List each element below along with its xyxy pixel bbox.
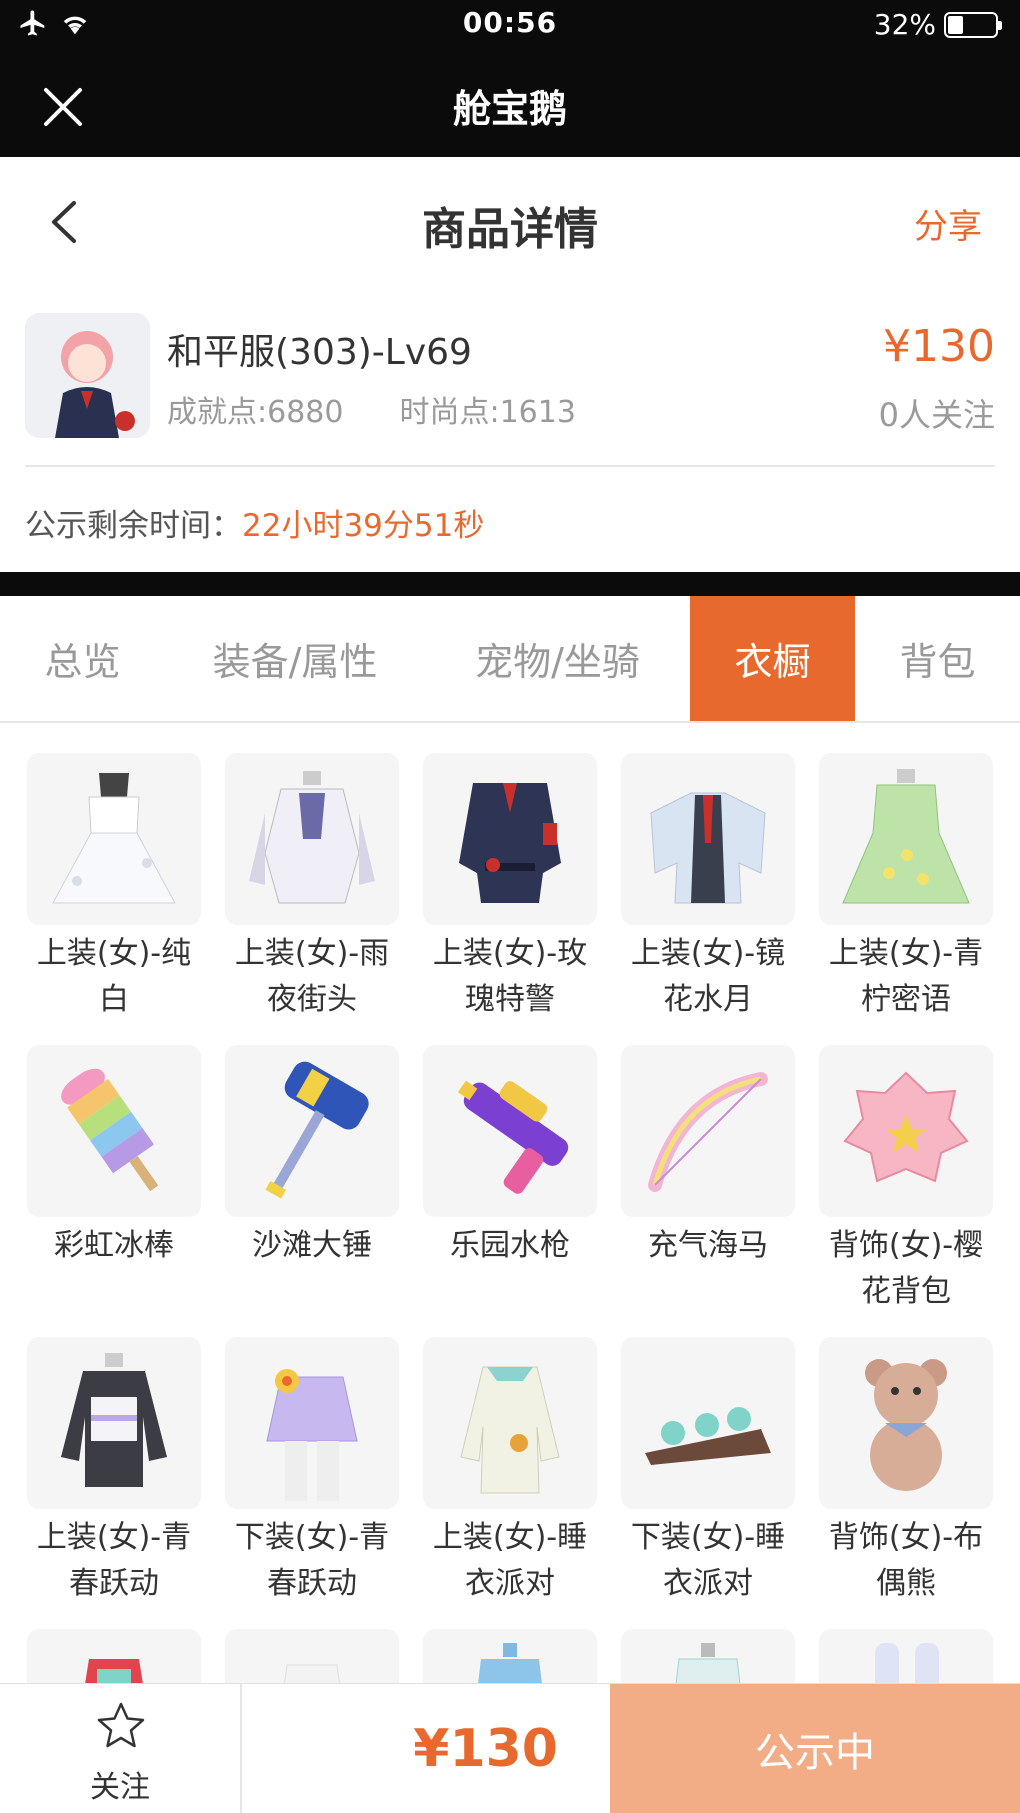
product-name: 和平服(303)-Lv69 <box>167 332 472 373</box>
water-gun-icon <box>423 1045 597 1217</box>
item-name: 上装(女)-睡 衣派对 <box>432 1520 588 1601</box>
item-name: 彩虹冰棒 <box>54 1228 174 1263</box>
partial-item-icon <box>819 1629 993 1683</box>
share-button[interactable]: 分享 <box>914 199 982 248</box>
partial-item-icon <box>225 1629 399 1683</box>
achievement-points: 成就点:6880 <box>167 395 344 430</box>
green-lemon-dress-icon <box>819 753 993 925</box>
star-icon <box>97 1702 145 1748</box>
mirror-flower-dress-icon <box>621 753 795 925</box>
follow-button[interactable]: 关注 <box>0 1684 242 1813</box>
inflatable-bow-icon <box>621 1045 795 1217</box>
rainy-street-top-icon <box>225 753 399 925</box>
tab-backpack[interactable]: 背包 <box>855 596 1020 721</box>
item-name: 背饰(女)-布 偶熊 <box>828 1520 984 1601</box>
fashion-points: 时尚点:1613 <box>399 395 576 430</box>
tab-wardrobe[interactable]: 衣橱 <box>690 596 855 721</box>
tab-bar: 总览 装备/属性 宠物/坐骑 衣橱 背包 <box>0 596 1020 723</box>
white-dress-icon <box>27 753 201 925</box>
app-bar: 舱宝鹅 <box>0 52 1020 157</box>
bottom-price: ¥130 <box>413 1719 558 1779</box>
app-title: 舱宝鹅 <box>452 87 567 131</box>
tab-equipment[interactable]: 装备/属性 <box>165 596 425 721</box>
rainbow-popsicle-icon <box>27 1045 201 1217</box>
partial-item-icon <box>621 1629 795 1683</box>
pajama-top-icon <box>423 1337 597 1509</box>
item-name: 上装(女)-玫 瑰特警 <box>432 936 588 1017</box>
page-header: 商品详情 分享 <box>0 157 1020 287</box>
public-status-button[interactable]: 公示中 <box>610 1684 1020 1813</box>
pajama-bottom-icon <box>621 1337 795 1509</box>
teddy-bear-icon <box>819 1337 993 1509</box>
clock: 00:56 <box>462 6 558 39</box>
product-stats: 成就点:6880 时尚点:1613 <box>167 387 576 431</box>
tab-pets[interactable]: 宠物/坐骑 <box>425 596 690 721</box>
page-title: 商品详情 <box>422 204 598 255</box>
divider <box>25 465 995 467</box>
item-name: 沙滩大锤 <box>252 1228 372 1263</box>
product-summary: 和平服(303)-Lv69 成就点:6880 时尚点:1613 ¥130 0人关… <box>0 305 1020 465</box>
status-right: 32% <box>873 8 1002 41</box>
partial-item-icon <box>423 1629 597 1683</box>
section-separator <box>0 572 1020 596</box>
tab-overview[interactable]: 总览 <box>0 596 165 721</box>
item-name: 上装(女)-青 春跃动 <box>36 1520 192 1601</box>
follow-label: 关注 <box>90 1770 150 1805</box>
public-countdown: 公示剩余时间：22小时39分51秒 <box>25 500 484 545</box>
countdown-label: 公示剩余时间： <box>25 508 242 544</box>
partial-item-icon <box>27 1629 201 1683</box>
follower-count: 0人关注 <box>878 396 995 434</box>
item-name: 上装(女)-雨 夜街头 <box>234 936 390 1017</box>
battery-icon <box>944 11 1002 38</box>
countdown-value: 22小时39分51秒 <box>242 508 485 544</box>
battery-fill <box>948 15 963 34</box>
character-avatar <box>25 313 150 438</box>
item-name: 下装(女)-青 春跃动 <box>234 1520 390 1601</box>
youth-top-icon <box>27 1337 201 1509</box>
sakura-backpack-icon <box>819 1045 993 1217</box>
wardrobe-grid: 上装(女)-纯白 上装(女)-雨 夜街头 上装(女)-玫 瑰特警 上装(女)-镜 花水… <box>0 723 1020 1683</box>
youth-skirt-icon <box>225 1337 399 1509</box>
item-name: 上装(女)-青 柠密语 <box>828 936 984 1017</box>
item-name: 上装(女)-镜 花水月 <box>630 936 786 1017</box>
item-name: 背饰(女)-樱 花背包 <box>828 1228 984 1309</box>
bottom-bar: 关注 ¥130 公示中 <box>0 1683 1020 1813</box>
item-name: 充气海马 <box>648 1228 768 1263</box>
item-name: 下装(女)-睡 衣派对 <box>630 1520 786 1601</box>
rose-police-uniform-icon <box>423 753 597 925</box>
item-name: 乐园水枪 <box>450 1228 570 1263</box>
beach-hammer-icon <box>225 1045 399 1217</box>
battery-percent: 32% <box>873 8 936 41</box>
item-name: 上装(女)-纯白 <box>36 936 192 1017</box>
status-bar: 00:56 32% <box>0 0 1020 52</box>
product-price: ¥130 <box>883 321 995 372</box>
